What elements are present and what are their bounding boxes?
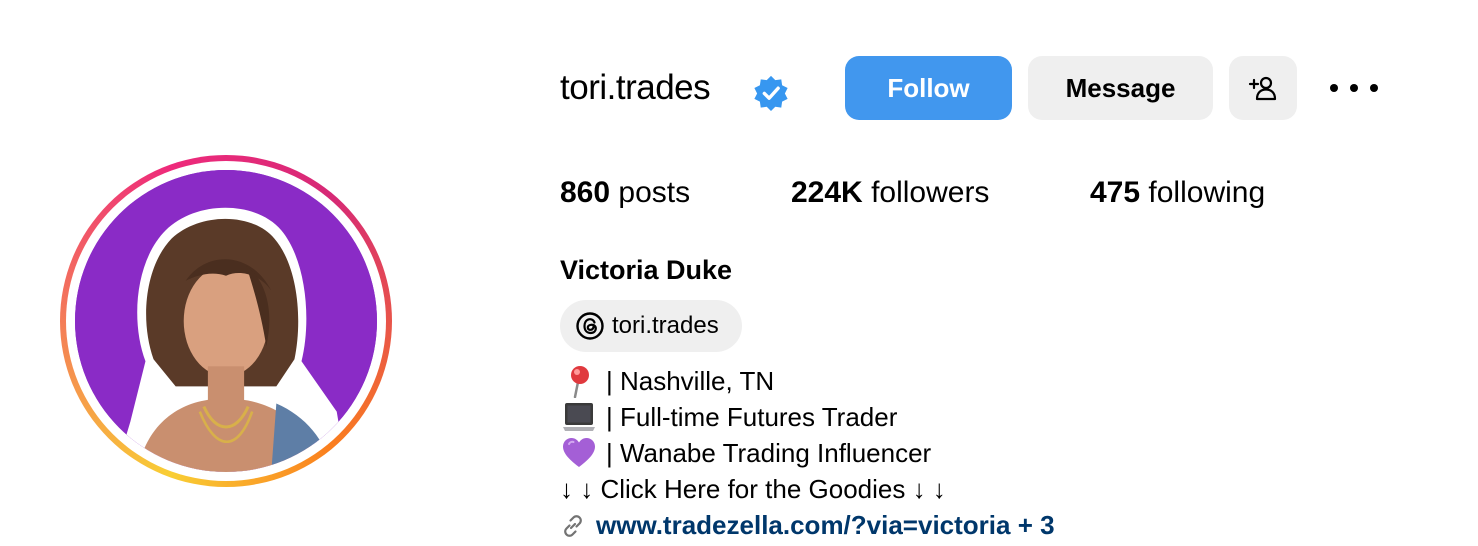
bio-location: | Nashville, TN (562, 364, 774, 398)
profile-avatar[interactable] (60, 155, 392, 487)
threads-handle: tori.trades (612, 312, 719, 339)
person-add-icon (1248, 76, 1277, 101)
message-button[interactable]: Message (1028, 56, 1213, 120)
bio-tagline-text: | Wanabe Trading Influencer (606, 437, 932, 468)
stat-posts[interactable]: 860 posts (560, 176, 690, 210)
bio-tagline: | Wanabe Trading Influencer (562, 436, 931, 470)
profile-username: tori.trades (560, 68, 711, 107)
threads-icon (576, 312, 604, 340)
laptop-icon (563, 403, 595, 431)
following-count: 475 (1090, 176, 1141, 209)
posts-label: posts (618, 176, 691, 209)
followers-label: followers (871, 176, 990, 209)
bio-occupation-text: | Full-time Futures Trader (606, 401, 898, 432)
purple-heart-icon (563, 438, 595, 467)
avatar-portrait (75, 170, 377, 472)
follow-button[interactable]: Follow (845, 56, 1012, 120)
bio-link[interactable]: www.tradezella.com/?via=victoria + 3 (560, 510, 1055, 541)
stat-followers[interactable]: 224K followers (791, 176, 989, 210)
story-ring (60, 155, 392, 487)
link-icon (564, 514, 582, 537)
bio-location-text: | Nashville, TN (606, 365, 775, 396)
posts-count: 860 (560, 176, 611, 209)
stat-following[interactable]: 475 following (1090, 176, 1265, 210)
round-pushpin-icon (571, 366, 589, 398)
followers-count: 224K (791, 176, 863, 209)
suggest-users-button[interactable] (1229, 56, 1297, 120)
verified-badge-icon (754, 75, 788, 112)
profile-full-name: Victoria Duke (560, 255, 733, 285)
more-options-icon[interactable] (1330, 72, 1378, 104)
avatar-image (75, 170, 377, 472)
threads-link[interactable]: tori.trades (560, 300, 742, 352)
following-label: following (1148, 176, 1266, 209)
bio-link-text[interactable]: www.tradezella.com/?via=victoria + 3 (596, 510, 1055, 541)
bio-cta: ↓ ↓ Click Here for the Goodies ↓ ↓ (560, 474, 946, 504)
bio-occupation: | Full-time Futures Trader (562, 400, 897, 434)
